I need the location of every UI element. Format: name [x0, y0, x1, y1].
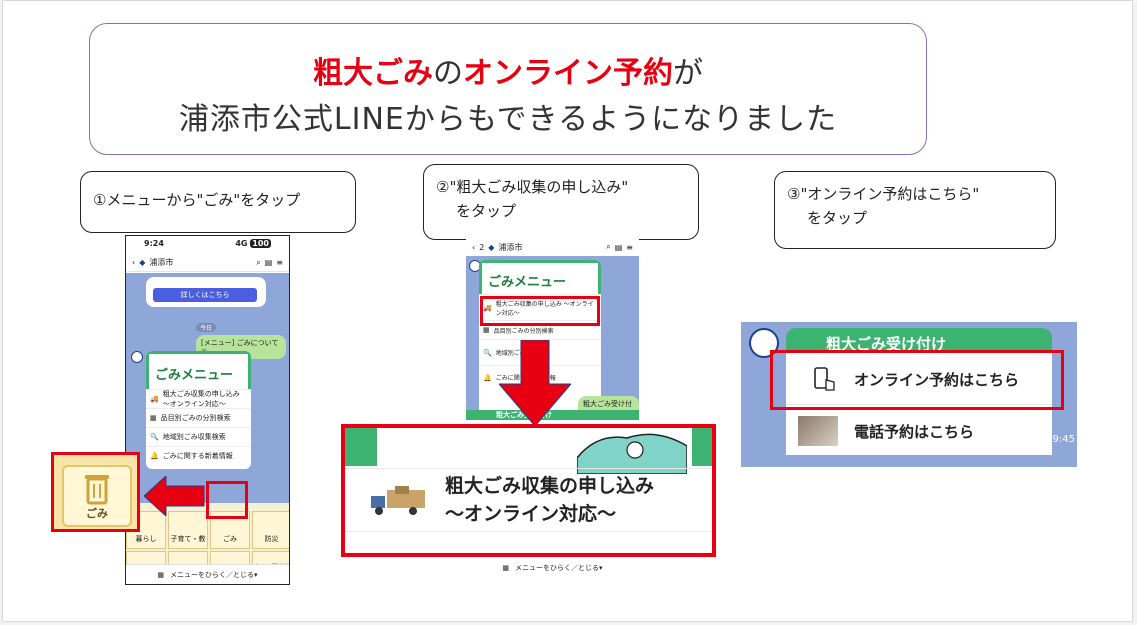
step-3-line1: ③"オンライン予約はこちら"	[787, 185, 980, 203]
account-name-2: 浦添市	[498, 242, 523, 252]
title-part-2: の	[433, 56, 463, 91]
shield-icon-2: ◆	[488, 242, 495, 252]
step-2-box: ②"粗大ごみ収集の申し込み" をタップ	[423, 164, 699, 240]
truck-icon: 🚚	[150, 395, 159, 403]
phone-screenshot-1: 9:24 4G 100 ‹ ◆ 浦添市 ⌕ ▤ ≡ 詳しくはこちら 今日 [メニ…	[125, 235, 290, 585]
keyboard-icon-2: ▦	[502, 564, 510, 572]
truck-icon-large	[371, 486, 425, 515]
back-count: 2	[479, 242, 485, 252]
zoom-green-right	[692, 428, 712, 466]
menu-item-3[interactable]: 🔍 地域別ごみ収集検索	[146, 427, 251, 446]
search-icon-2[interactable]: ⌕	[606, 242, 610, 252]
grid-cell-bousai[interactable]: 防災	[252, 511, 289, 549]
title-line1: 粗大ごみのオンライン予約が	[90, 48, 926, 92]
step-1-text: ①メニューから"ごみ"をタップ	[93, 191, 301, 209]
keyboard-icon: ▦	[157, 570, 165, 579]
boxes-icon-2: ▦	[483, 326, 490, 334]
menu-banner-2: ごみメニュー	[479, 260, 601, 294]
phone-reservation-row[interactable]: 電話予約はこちら	[786, 406, 1052, 456]
note-icon-2[interactable]: ▤	[615, 243, 623, 252]
highlight-online-reservation	[770, 350, 1064, 410]
menu-icon[interactable]: ≡	[276, 258, 283, 267]
step-1-box: ①メニューから"ごみ"をタップ	[80, 171, 356, 233]
menu-item-3-label: 地域別ごみ収集検索	[162, 433, 226, 441]
menu-banner: ごみメニュー	[146, 351, 251, 389]
menu-item-1[interactable]: 🚚 粗大ごみ収集の申し込み ～オンライン対応～	[146, 389, 251, 408]
telephone-photo	[798, 416, 838, 446]
menu2-item-2-label: 品目別ごみの分別検索	[493, 327, 554, 335]
rich-menu-footer[interactable]: ▦ メニューをひらく／とじる▾	[126, 564, 289, 584]
application-line1: 粗大ごみ収集の申し込み	[445, 475, 655, 497]
gomi-menu-card: ごみメニュー 🚚 粗大ごみ収集の申し込み ～オンライン対応～ ▦ 品目別ごみの分別検…	[146, 351, 251, 469]
trash-can-icon	[85, 475, 109, 505]
bell-icon-2: 🔔	[483, 373, 492, 382]
status-right: 4G 100	[235, 239, 271, 249]
magnifier-icon: 🔍	[150, 433, 159, 441]
menu-icon-2[interactable]: ≡	[626, 243, 633, 252]
highlight-application	[480, 296, 600, 326]
highlight-gomi	[206, 481, 248, 519]
menu-item-4[interactable]: 🔔 ごみに関する新着情報	[146, 446, 251, 465]
down-arrow-icon	[499, 340, 571, 426]
back-icon-2[interactable]: ‹	[472, 243, 475, 252]
chat-header-2: ‹ 2 ◆ 浦添市 ⌕ ▤ ≡	[466, 238, 639, 256]
battery-badge: 100	[250, 239, 271, 248]
menu-banner-title: ごみメニュー	[155, 368, 234, 383]
application-zoom[interactable]: 粗大ごみ収集の申し込み ～オンライン対応～	[341, 424, 716, 557]
step-2-line2: をタップ	[456, 202, 517, 220]
account-name: 浦添市	[149, 258, 174, 267]
application-line2: ～オンライン対応～	[445, 503, 617, 525]
title-part-4: が	[673, 56, 703, 91]
details-button[interactable]: 詳しくはこちら	[153, 288, 257, 302]
step-3-box: ③"オンライン予約はこちら" をタップ	[774, 171, 1056, 249]
title-part-1: 粗大ごみ	[313, 56, 433, 91]
message-time: 9:45	[1052, 434, 1075, 445]
footer-label: メニューをひらく／とじる▾	[170, 570, 258, 579]
chat-header: ‹ ◆ 浦添市 ⌕ ▤ ≡	[126, 254, 289, 272]
status-time: 9:24	[144, 239, 164, 248]
menu-item-4-label: ごみに関する新着情報	[162, 452, 233, 460]
bell-icon: 🔔	[150, 452, 159, 460]
status-bar: 9:24 4G 100	[126, 236, 289, 252]
back-icon[interactable]: ‹	[132, 258, 135, 267]
phone-reservation-label: 電話予約はこちら	[854, 422, 975, 441]
shield-icon: ◆	[139, 258, 146, 267]
menu-item-2[interactable]: ▦ 品目別ごみの分別検索	[146, 408, 251, 427]
signal-text: 4G	[235, 239, 248, 248]
gomi-tile-label: ごみ	[86, 507, 108, 520]
menu-banner-title-2: ごみメニュー	[488, 275, 567, 290]
rich-menu-footer-2[interactable]: ▦ メニューをひらく／とじる▾	[466, 560, 639, 576]
footer-label-2: メニューをひらく／とじる▾	[515, 564, 603, 572]
grid-cell-kosodate[interactable]: 子育て・教育	[168, 511, 208, 549]
boxes-icon: ▦	[150, 414, 157, 422]
divider-2	[345, 531, 712, 532]
avatar	[131, 351, 143, 363]
divider	[345, 468, 712, 469]
step-3-line2: をタップ	[807, 209, 868, 227]
application-label: 粗大ごみ収集の申し込み ～オンライン対応～	[445, 472, 654, 528]
day-label: 今日	[196, 323, 217, 332]
gomi-tile-zoom: ごみ	[51, 452, 140, 532]
search-icon[interactable]: ⌕	[256, 258, 260, 268]
magnifier-icon-2: 🔍	[483, 348, 492, 357]
note-icon[interactable]: ▤	[265, 258, 273, 267]
menu-item-2-label: 品目別ごみの分別検索	[160, 414, 231, 422]
left-arrow-icon	[144, 476, 205, 516]
chat-area: 詳しくはこちら 今日 [メニュー] ごみについて① ごみメニュー 🚚粗大ごみ収集…	[126, 273, 289, 503]
gomi-tile-inner[interactable]: ごみ	[62, 465, 132, 527]
title-box: 粗大ごみのオンライン予約が 浦添市公式LINEからもできるようになりました	[89, 23, 927, 155]
step-2-line1: ②"粗大ごみ収集の申し込み"	[436, 178, 629, 196]
zoom-green-left	[345, 428, 377, 466]
title-part-3: オンライン予約	[463, 56, 673, 91]
title-line2: 浦添市公式LINEからもできるようになりました	[178, 102, 838, 137]
menu-item-1-label: 粗大ごみ収集の申し込み ～オンライン対応～	[162, 390, 240, 408]
